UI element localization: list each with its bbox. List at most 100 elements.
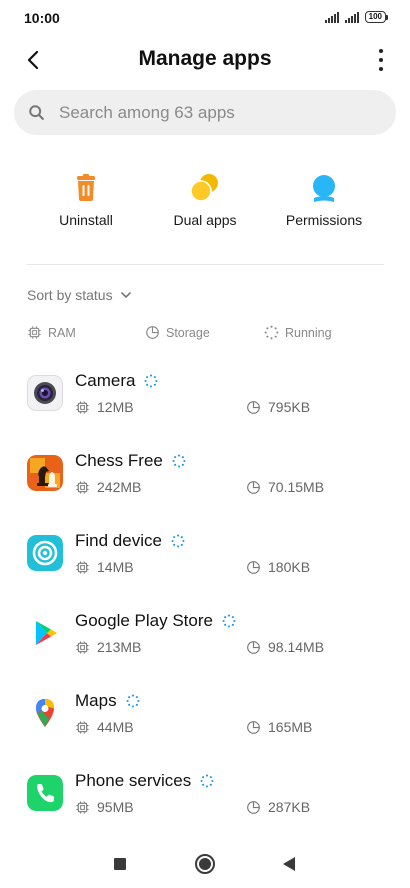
running-status-icon xyxy=(172,454,186,468)
status-icons: 100 xyxy=(324,11,388,23)
status-time: 10:00 xyxy=(24,10,60,26)
chip-icon xyxy=(76,560,89,574)
app-name: Chess Free xyxy=(75,451,163,470)
sort-label: Sort by status xyxy=(27,287,113,303)
pie-icon xyxy=(247,800,260,814)
dual-apps-button[interactable]: Dual apps xyxy=(140,172,270,228)
chip-icon xyxy=(76,640,89,654)
square-icon xyxy=(114,858,126,870)
ram-value: 95MB xyxy=(97,799,134,815)
home-circle-icon xyxy=(195,854,215,874)
storage-value: 795KB xyxy=(268,399,311,415)
app-ram: 242MB xyxy=(75,479,141,495)
navigation-bar xyxy=(0,838,410,888)
app-storage: 795KB xyxy=(246,399,310,415)
pie-icon xyxy=(247,400,260,414)
uninstall-label: Uninstall xyxy=(59,212,113,228)
app-name: Camera xyxy=(75,371,136,390)
ram-value: 44MB xyxy=(97,719,134,735)
phone-icon xyxy=(27,775,63,811)
play-store-icon xyxy=(27,615,63,651)
recents-button[interactable] xyxy=(107,851,133,877)
chess-icon xyxy=(27,455,63,491)
uninstall-button[interactable]: Uninstall xyxy=(21,172,151,228)
storage-value: 70.15MB xyxy=(268,479,325,495)
battery-level: 100 xyxy=(364,11,386,23)
maps-pin-icon xyxy=(27,695,63,731)
chip-icon xyxy=(76,800,89,814)
pie-icon xyxy=(247,480,260,494)
running-status-icon xyxy=(144,374,158,388)
list-item-maps[interactable]: Maps 44MB 165MB xyxy=(0,683,410,743)
dual-apps-label: Dual apps xyxy=(173,212,237,228)
legend-ram: RAM xyxy=(27,325,76,340)
list-item-google-play-store[interactable]: Google Play Store 213MB 98.14MB xyxy=(0,603,410,663)
permissions-button[interactable]: Permissions xyxy=(259,172,389,228)
running-status-icon xyxy=(126,694,140,708)
camera-icon xyxy=(27,375,63,411)
list-item-chess-free[interactable]: Chess Free 242MB 70.15MB xyxy=(0,443,410,503)
signal-icon xyxy=(344,11,359,23)
battery-icon: 100 xyxy=(364,11,388,23)
legend-storage: Storage xyxy=(145,325,210,340)
list-item-find-device[interactable]: Find device 14MB 180KB xyxy=(0,523,410,583)
signal-icon xyxy=(324,11,339,23)
legend-running: Running xyxy=(264,325,332,340)
app-storage: 165MB xyxy=(246,719,312,735)
app-ram: 44MB xyxy=(75,719,134,735)
find-device-icon xyxy=(27,535,63,571)
trash-icon xyxy=(77,174,95,201)
divider xyxy=(27,264,384,265)
app-storage: 70.15MB xyxy=(246,479,324,495)
legend-running-label: Running xyxy=(285,325,332,340)
search-icon xyxy=(29,104,44,120)
list-item-camera[interactable]: Camera 12MB 795KB xyxy=(0,363,410,423)
app-header: Manage apps xyxy=(0,40,410,80)
app-name: Find device xyxy=(75,531,162,550)
app-storage: 98.14MB xyxy=(246,639,324,655)
page-title: Manage apps xyxy=(138,47,272,70)
app-ram: 213MB xyxy=(75,639,141,655)
chevron-down-icon xyxy=(120,292,131,298)
quick-actions: Uninstall Dual apps Permissions xyxy=(0,172,410,242)
legend-ram-label: RAM xyxy=(48,325,76,340)
app-storage: 180KB xyxy=(246,559,310,575)
list-item-phone-services[interactable]: Phone services 95MB 287KB xyxy=(0,763,410,823)
home-button[interactable] xyxy=(192,851,218,877)
chip-icon xyxy=(76,720,89,734)
sort-dropdown[interactable]: Sort by status xyxy=(27,287,132,303)
more-options-button[interactable] xyxy=(376,49,386,71)
pie-icon xyxy=(247,720,260,734)
ram-value: 213MB xyxy=(97,639,142,655)
app-name: Google Play Store xyxy=(75,611,213,630)
chip-icon xyxy=(76,400,89,414)
ram-value: 12MB xyxy=(97,399,134,415)
storage-value: 180KB xyxy=(268,559,311,575)
storage-value: 165MB xyxy=(268,719,313,735)
running-status-icon xyxy=(200,774,214,788)
ram-value: 14MB xyxy=(97,559,134,575)
app-ram: 14MB xyxy=(75,559,134,575)
legend: RAM Storage Running xyxy=(27,325,387,345)
triangle-back-icon xyxy=(283,857,295,871)
search-input[interactable] xyxy=(57,101,371,124)
app-ram: 95MB xyxy=(75,799,134,815)
pie-icon xyxy=(247,560,260,574)
chip-icon xyxy=(28,326,41,339)
ram-value: 242MB xyxy=(97,479,142,495)
app-name: Maps xyxy=(75,691,117,710)
status-bar: 10:00 100 xyxy=(0,0,410,36)
person-icon xyxy=(313,175,335,202)
running-status-icon xyxy=(171,534,185,548)
back-nav-button[interactable] xyxy=(276,851,302,877)
pie-icon xyxy=(146,326,159,339)
app-storage: 287KB xyxy=(246,799,310,815)
storage-value: 287KB xyxy=(268,799,311,815)
running-status-icon xyxy=(222,614,236,628)
legend-storage-label: Storage xyxy=(166,325,210,340)
search-bar[interactable] xyxy=(14,90,396,135)
running-dots-icon xyxy=(264,325,279,340)
pie-icon xyxy=(247,640,260,654)
storage-value: 98.14MB xyxy=(268,639,325,655)
dual-circles-icon xyxy=(190,174,218,202)
